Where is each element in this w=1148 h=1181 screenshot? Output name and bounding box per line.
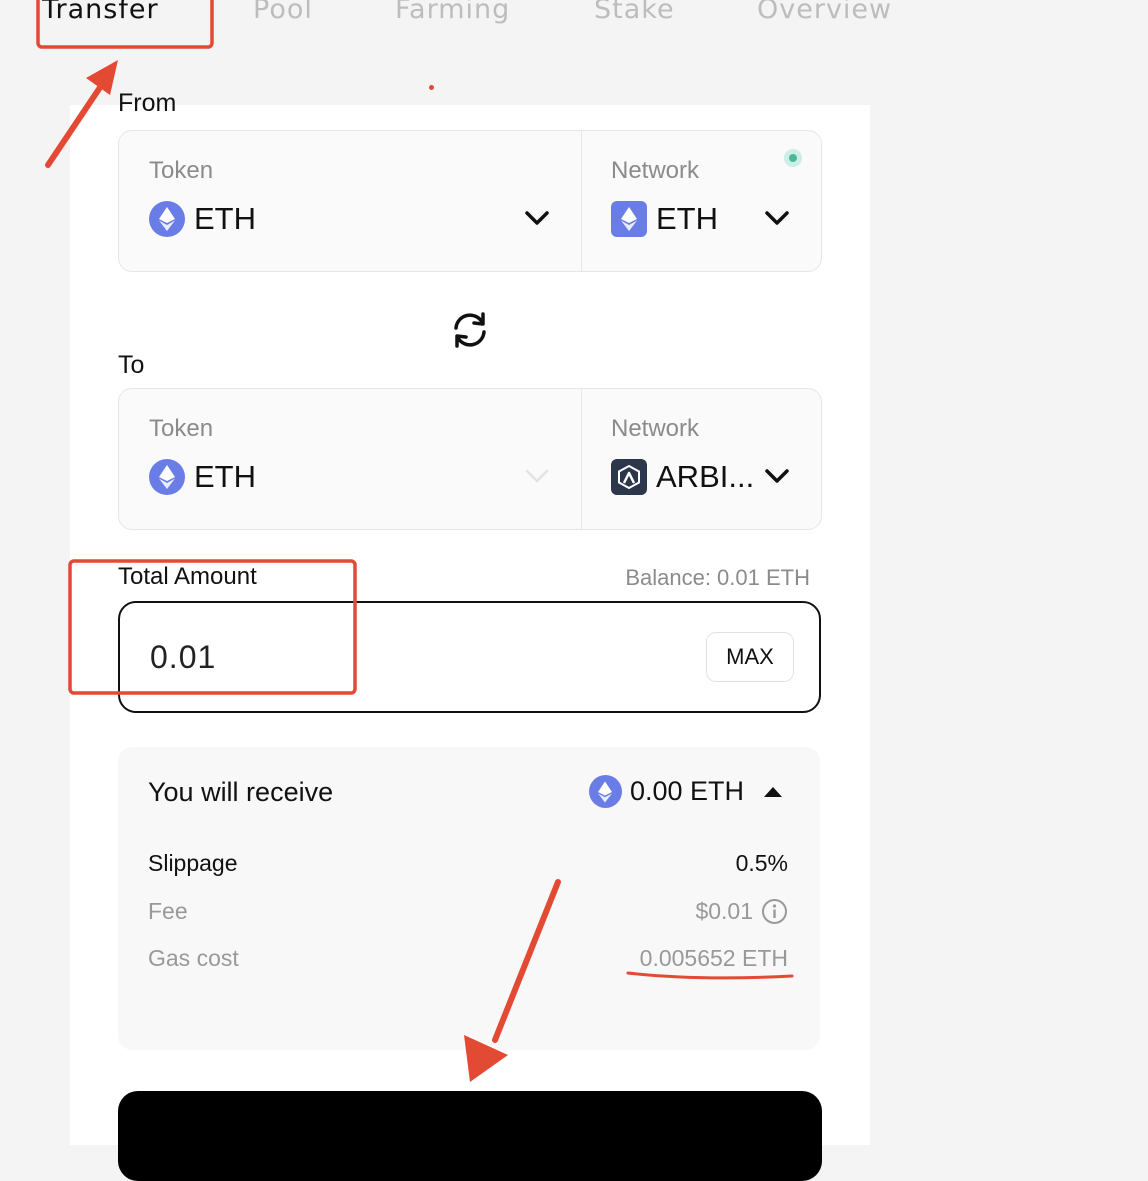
gas-value: 0.005652 ETH xyxy=(639,945,788,971)
to-network-select[interactable]: Network ARBI... xyxy=(581,389,821,529)
arbitrum-icon xyxy=(611,459,647,495)
tab-transfer[interactable]: Transfer xyxy=(42,0,159,25)
receive-title: You will receive xyxy=(148,777,334,807)
to-label: To xyxy=(118,351,145,379)
from-network-caption: Network xyxy=(611,157,700,184)
to-token-text: ETH xyxy=(194,459,256,494)
eth-icon xyxy=(588,775,622,808)
slippage-label: Slippage xyxy=(148,850,238,876)
chevron-down-icon xyxy=(525,469,549,483)
from-token-value: ETH xyxy=(149,201,256,237)
from-token-text: ETH xyxy=(194,201,256,236)
eth-icon xyxy=(149,201,185,237)
from-network-select[interactable]: Network ETH xyxy=(581,131,821,271)
swap-icon[interactable] xyxy=(448,310,492,350)
gas-label: Gas cost xyxy=(148,945,239,971)
fee-label: Fee xyxy=(148,898,188,924)
confirm-button[interactable] xyxy=(118,1091,822,1181)
to-selector: Token ETH Network ARBI... xyxy=(118,388,822,530)
info-icon[interactable] xyxy=(761,898,788,925)
to-network-value: ARBI... xyxy=(611,459,754,495)
receive-amount-text: 0.00 ETH xyxy=(629,776,744,806)
from-token-caption: Token xyxy=(149,157,214,184)
annotation-dot xyxy=(429,85,434,90)
fee-value-group: $0.01 xyxy=(695,898,788,925)
fee-value: $0.01 xyxy=(695,898,753,924)
transfer-card: From Token ETH Network ETH To Token ETH … xyxy=(70,89,870,1181)
from-network-value: ETH xyxy=(611,201,718,237)
from-selector: Token ETH Network ETH xyxy=(118,130,822,272)
total-amount-label: Total Amount xyxy=(118,563,257,590)
to-token-select[interactable]: Token ETH xyxy=(119,389,582,529)
receive-amount[interactable]: 0.00 ETH xyxy=(588,775,788,808)
status-indicator xyxy=(784,149,802,167)
gas-row: Gas cost 0.005652 ETH xyxy=(148,945,788,972)
max-button[interactable]: MAX xyxy=(706,632,794,682)
slippage-value: 0.5% xyxy=(735,850,788,876)
to-network-caption: Network xyxy=(611,415,700,442)
amount-input[interactable]: 0.01 MAX xyxy=(118,601,821,713)
from-network-text: ETH xyxy=(656,201,718,236)
chevron-down-icon[interactable] xyxy=(764,467,790,485)
from-label: From xyxy=(118,89,177,117)
chevron-down-icon[interactable] xyxy=(524,209,550,227)
chevron-up-icon[interactable] xyxy=(758,782,788,802)
tab-overview[interactable]: Overview xyxy=(757,0,892,25)
nav-tabs: Transfer Pool Farming Stake Overview xyxy=(0,0,1148,100)
amount-value[interactable]: 0.01 xyxy=(150,639,216,676)
chevron-down-icon[interactable] xyxy=(764,209,790,227)
tab-farming[interactable]: Farming xyxy=(395,0,510,25)
slippage-row: Slippage 0.5% xyxy=(148,850,788,877)
from-token-select[interactable]: Token ETH xyxy=(119,131,582,271)
receive-panel: You will receive 0.00 ETH Slippage 0.5% … xyxy=(118,747,820,1050)
to-token-value: ETH xyxy=(149,459,256,495)
eth-icon xyxy=(149,459,185,495)
to-network-text: ARBI... xyxy=(656,459,755,494)
fee-row: Fee $0.01 xyxy=(148,898,788,925)
tab-pool[interactable]: Pool xyxy=(253,0,313,25)
balance-text: Balance: 0.01 ETH xyxy=(625,565,810,590)
tab-stake[interactable]: Stake xyxy=(594,0,675,25)
to-token-caption: Token xyxy=(149,415,214,442)
eth-icon xyxy=(611,201,647,237)
